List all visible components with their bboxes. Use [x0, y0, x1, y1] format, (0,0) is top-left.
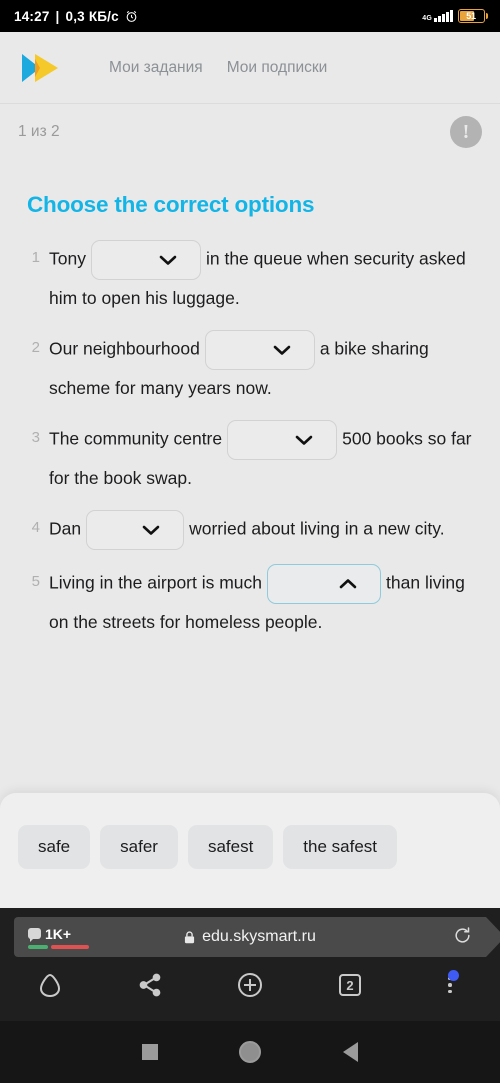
question-text-before: Our neighbourhood	[49, 338, 200, 359]
home-icon[interactable]	[0, 970, 100, 1000]
question-number: 5	[31, 573, 40, 590]
question-item: 4 Dan worried about living in a new city.	[22, 510, 480, 550]
share-icon[interactable]	[100, 972, 200, 998]
chevron-down-icon	[158, 242, 178, 278]
network-type-label: 4G	[422, 15, 432, 22]
status-bar-right: 4G 51	[422, 9, 488, 23]
notification-dot	[447, 969, 459, 981]
option-chip-safer[interactable]: safer	[100, 825, 178, 869]
question-3-dropdown[interactable]	[227, 420, 338, 460]
question-body: Tony in the queue when security asked him…	[49, 240, 480, 316]
browser-button-row: 2	[0, 957, 500, 1013]
question-1-dropdown[interactable]	[90, 240, 201, 280]
question-number: 4	[31, 519, 40, 536]
chevron-down-icon	[272, 332, 292, 368]
chevron-down-icon	[294, 422, 314, 458]
question-item: 3 The community centre 500 books so far f…	[22, 420, 480, 496]
home-circle-icon[interactable]	[200, 1041, 300, 1063]
question-number: 1	[31, 249, 40, 266]
tab-count-label: 2	[339, 974, 361, 996]
question-2-dropdown[interactable]	[204, 330, 315, 370]
alarm-icon	[125, 10, 138, 23]
exclamation-circle-icon[interactable]: !	[450, 116, 482, 148]
tracker-count-label: 1K+	[45, 925, 72, 942]
nav-my-subscriptions[interactable]: Мои подписки	[227, 59, 328, 77]
question-number: 3	[31, 429, 40, 446]
speech-bubble-icon	[28, 928, 41, 942]
back-triangle-icon[interactable]	[300, 1042, 400, 1062]
signal-bars-icon	[434, 10, 453, 22]
status-bar-left: 14:27 | 0,3 КБ/с	[14, 9, 138, 24]
page-title: Choose the correct options	[27, 192, 315, 217]
nav-my-tasks[interactable]: Мои задания	[109, 59, 203, 77]
question-text-before: The community centre	[49, 428, 223, 449]
chevron-up-icon	[338, 566, 358, 602]
url-text: edu.skysmart.ru	[202, 928, 316, 945]
menu-kebab-icon[interactable]	[400, 969, 500, 994]
browser-chrome: 1K+ edu.skysmart.ru 2	[0, 908, 500, 1021]
header-nav: Мои задания Мои подписки	[109, 59, 327, 77]
question-body: The community centre 500 books so far for…	[49, 420, 480, 496]
options-panel: safe safer safest the safest	[0, 793, 500, 908]
option-chip-safest[interactable]: safest	[187, 825, 274, 869]
battery-level-label: 51	[466, 11, 476, 21]
progress-row: 1 из 2 !	[0, 104, 500, 160]
question-number: 2	[31, 339, 40, 356]
question-body: Living in the airport is much than living…	[49, 564, 480, 640]
exercise-body: Choose the correct options 1 Tony in the …	[0, 160, 500, 640]
reload-icon[interactable]	[453, 926, 472, 949]
question-item: 2 Our neighbourhood a bike sharing scheme…	[22, 330, 480, 406]
question-text-after: worried about living in a new city.	[189, 518, 445, 539]
recents-square-icon[interactable]	[100, 1044, 200, 1060]
status-bar: 14:27 | 0,3 КБ/с 4G 51	[0, 0, 500, 32]
android-nav-bar	[0, 1021, 500, 1083]
question-5-dropdown[interactable]	[267, 564, 382, 604]
question-body: Our neighbourhood a bike sharing scheme f…	[49, 330, 480, 406]
chevron-down-icon	[141, 512, 161, 548]
tracker-badge[interactable]: 1K+	[28, 926, 89, 949]
skysmart-logo[interactable]	[18, 51, 64, 85]
option-chip-the-safest[interactable]: the safest	[283, 825, 398, 869]
question-item: 5 Living in the airport is much than livi…	[22, 564, 480, 640]
battery-icon: 51	[457, 9, 488, 23]
question-4-dropdown[interactable]	[86, 510, 185, 550]
question-text-before: Dan	[49, 518, 82, 539]
status-separator: |	[55, 8, 60, 24]
tab-count-icon[interactable]: 2	[300, 974, 400, 996]
question-text-before: Tony	[49, 248, 86, 269]
site-header: Мои задания Мои подписки	[0, 32, 500, 104]
new-tab-icon[interactable]	[200, 970, 300, 1000]
status-network-speed: 0,3 КБ/с	[65, 8, 119, 24]
tracker-bars-icon	[28, 944, 89, 949]
phone-screen: 14:27 | 0,3 КБ/с 4G 51 Мои задания Мои п…	[0, 0, 500, 1083]
status-time: 14:27	[14, 8, 50, 24]
question-item: 1 Tony in the queue when security asked h…	[22, 240, 480, 316]
signal-icon: 4G	[422, 10, 453, 22]
url-bar[interactable]: 1K+ edu.skysmart.ru	[14, 917, 500, 957]
option-chip-safe[interactable]: safe	[18, 825, 91, 869]
question-text-before: Living in the airport is much	[49, 572, 263, 593]
progress-label: 1 из 2	[18, 123, 60, 140]
lock-icon	[184, 930, 195, 944]
question-body: Dan worried about living in a new city.	[49, 510, 480, 550]
